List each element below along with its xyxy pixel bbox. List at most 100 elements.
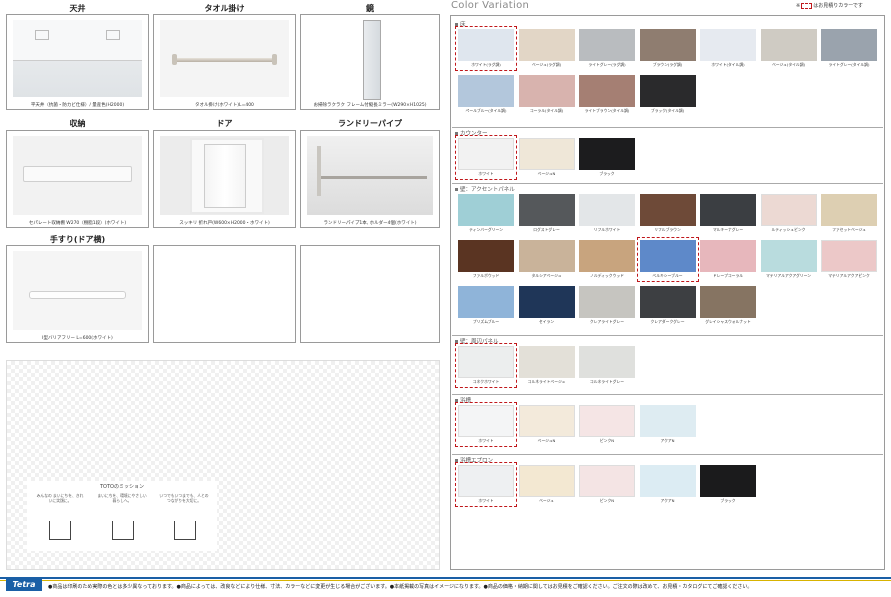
mirror-photo bbox=[307, 20, 433, 100]
swatch-chip bbox=[518, 465, 575, 497]
color-swatch[interactable]: ブラック bbox=[579, 138, 635, 177]
footer-rule-accent bbox=[0, 580, 891, 581]
handrail-photo bbox=[13, 251, 142, 330]
square-bullet-icon bbox=[455, 399, 458, 402]
color-swatch[interactable]: コルネライトグレー bbox=[579, 346, 635, 385]
color-swatch[interactable]: ホワイト bbox=[455, 135, 517, 180]
color-swatch[interactable]: ベージュ(タイル調) bbox=[760, 29, 817, 68]
color-swatch[interactable]: ベージュ(ラグ調) bbox=[518, 29, 575, 68]
square-bullet-icon bbox=[455, 459, 458, 462]
color-swatch[interactable]: マテリアルアクアピンク bbox=[821, 240, 877, 279]
color-swatch[interactable]: ブラウン(ラグ調) bbox=[639, 29, 696, 68]
swatch-label: ホワイト bbox=[478, 438, 494, 443]
color-swatch[interactable]: グレイシャスウォルナット bbox=[700, 286, 756, 325]
swatch-chip bbox=[518, 286, 575, 318]
mission-card: TOTOのミッション みんなの まいにちを、きれいに笑顔に。 まいにちを、環境に… bbox=[27, 481, 217, 551]
color-swatch[interactable]: ホワイト(ラグ調) bbox=[455, 26, 517, 71]
caption-handrail: I型バリアフリー L=600(ホワイト) bbox=[42, 336, 113, 341]
color-swatch[interactable]: ピンクN bbox=[579, 465, 635, 504]
color-swatch[interactable]: コーラル(タイル調) bbox=[518, 75, 575, 114]
swatch-label: ホワイト(ラグ調) bbox=[471, 62, 501, 67]
color-swatch[interactable]: ベージュN bbox=[518, 405, 575, 444]
section-divider bbox=[452, 454, 883, 455]
category-label: 壁：周辺パネル bbox=[455, 337, 499, 345]
color-swatch[interactable]: アクアN bbox=[639, 465, 696, 504]
footer-rule bbox=[0, 577, 891, 579]
color-swatch[interactable]: クレアライトグレー bbox=[579, 286, 635, 325]
color-swatch[interactable]: ティンバーグリーン bbox=[458, 194, 514, 233]
color-swatch[interactable]: ライトブラウン(タイル調) bbox=[579, 75, 635, 114]
color-swatch[interactable]: ホワイト bbox=[455, 402, 517, 447]
swatch-chip bbox=[458, 138, 514, 170]
swatch-label: ブラック(タイル調) bbox=[650, 108, 685, 113]
color-swatch[interactable]: タルシアベージュ bbox=[518, 240, 575, 279]
swatch-chip bbox=[579, 405, 635, 437]
color-swatch[interactable]: ログストグレー bbox=[518, 194, 575, 233]
dashed-box-icon bbox=[801, 2, 813, 9]
sparkle-house-icon bbox=[49, 521, 71, 540]
color-swatch[interactable]: アクアN bbox=[639, 405, 696, 444]
category-label: 浴槽 bbox=[455, 396, 471, 404]
swatch-label: ペールブルー(タイル調) bbox=[465, 108, 507, 113]
swatch-label: ファセットベージュ bbox=[832, 227, 866, 232]
color-swatch[interactable]: クレアダークグレー bbox=[639, 286, 696, 325]
color-swatch[interactable]: ノルディックウッド bbox=[579, 240, 635, 279]
swatch-label: コーラル(タイル調) bbox=[529, 108, 564, 113]
swatch-label: ドレープコーラル bbox=[712, 273, 744, 278]
storage-shelf-photo bbox=[13, 136, 142, 215]
section-divider bbox=[452, 335, 883, 336]
swatch-label: コルネライトグレー bbox=[589, 379, 625, 384]
swatch-chip bbox=[639, 194, 696, 226]
color-swatch[interactable]: ブラック bbox=[700, 465, 756, 504]
swatch-label: ノルディックウッド bbox=[590, 273, 624, 278]
color-swatch[interactable]: ルティッシュピンク bbox=[760, 194, 817, 233]
swatch-label: ベージュN bbox=[537, 171, 556, 176]
swatch-chip bbox=[579, 240, 635, 272]
swatch-label: セイラン bbox=[538, 319, 555, 324]
swatch-chip bbox=[579, 29, 635, 61]
swatch-chip bbox=[518, 29, 575, 61]
card-door: スッキリ 折れ戸(W600×H2000・ホワイト) bbox=[153, 130, 296, 228]
color-swatch[interactable]: ホワイト(タイル調) bbox=[700, 29, 756, 68]
color-swatch[interactable]: ベージュN bbox=[518, 138, 575, 177]
color-swatch[interactable]: ペールブルー(タイル調) bbox=[458, 75, 514, 114]
caption-laundry: ランドリーパイプ1本, ホルダー4個(ホワイト) bbox=[323, 221, 417, 226]
color-swatch[interactable]: セイラン bbox=[518, 286, 575, 325]
color-swatch[interactable]: プリズムブルー bbox=[458, 286, 514, 325]
laundry-pipe-photo bbox=[307, 136, 433, 215]
color-swatch[interactable]: ブラック(タイル調) bbox=[639, 75, 696, 114]
card-towel: タオル掛け(ホワイト)L=400 bbox=[153, 14, 296, 110]
color-swatch[interactable]: ドレープコーラル bbox=[700, 240, 756, 279]
color-swatch[interactable]: リフルブラウン bbox=[639, 194, 696, 233]
color-swatch[interactable]: ファルボウッド bbox=[458, 240, 514, 279]
color-swatch[interactable]: ベージュ bbox=[518, 465, 575, 504]
color-swatch[interactable]: コルネライトベージュ bbox=[518, 346, 575, 385]
droplet-house-icon bbox=[112, 521, 134, 540]
swatch-label: ライトグレー(ラグ調) bbox=[588, 62, 626, 67]
color-swatch[interactable]: リフルホワイト bbox=[579, 194, 635, 233]
swatch-chip bbox=[760, 240, 817, 272]
section-title-handrail: 手すり(ドア横) bbox=[49, 235, 106, 244]
color-swatch[interactable]: コネクホワイト bbox=[455, 343, 517, 388]
color-swatch[interactable]: ライトグレー(タイル調) bbox=[821, 29, 877, 68]
color-swatch[interactable]: ライトグレー(ラグ調) bbox=[579, 29, 635, 68]
color-swatch[interactable]: ベルキシーブルー bbox=[636, 237, 699, 282]
swatch-label: ブラウン(ラグ調) bbox=[652, 62, 683, 67]
square-bullet-icon bbox=[455, 340, 458, 343]
color-swatch[interactable]: マルキーナグレー bbox=[700, 194, 756, 233]
color-swatch[interactable]: マテリアルアクアグリーン bbox=[760, 240, 817, 279]
color-swatch[interactable]: ピンクN bbox=[579, 405, 635, 444]
swatch-label: ベージュ(ラグ調) bbox=[531, 62, 562, 67]
swatch-chip bbox=[458, 405, 514, 437]
caption-ceiling: 平天井（抗菌・防カビ仕様）/ 量産色(H2000) bbox=[30, 103, 125, 108]
swatch-label: グレイシャスウォルナット bbox=[705, 319, 751, 324]
tetra-logo: Tetra bbox=[6, 579, 42, 591]
swatch-label: ティンバーグリーン bbox=[469, 227, 503, 232]
category-label: 床 bbox=[455, 20, 466, 28]
color-swatch[interactable]: ホワイト bbox=[455, 462, 517, 507]
swatch-chip bbox=[760, 194, 817, 226]
section-title-mirror: 鏡 bbox=[366, 4, 374, 13]
color-swatch[interactable]: ファセットベージュ bbox=[821, 194, 877, 233]
card-ceiling: 平天井（抗菌・防カビ仕様）/ 量産色(H2000) bbox=[6, 14, 149, 110]
swatch-label: コルネライトベージュ bbox=[527, 379, 566, 384]
